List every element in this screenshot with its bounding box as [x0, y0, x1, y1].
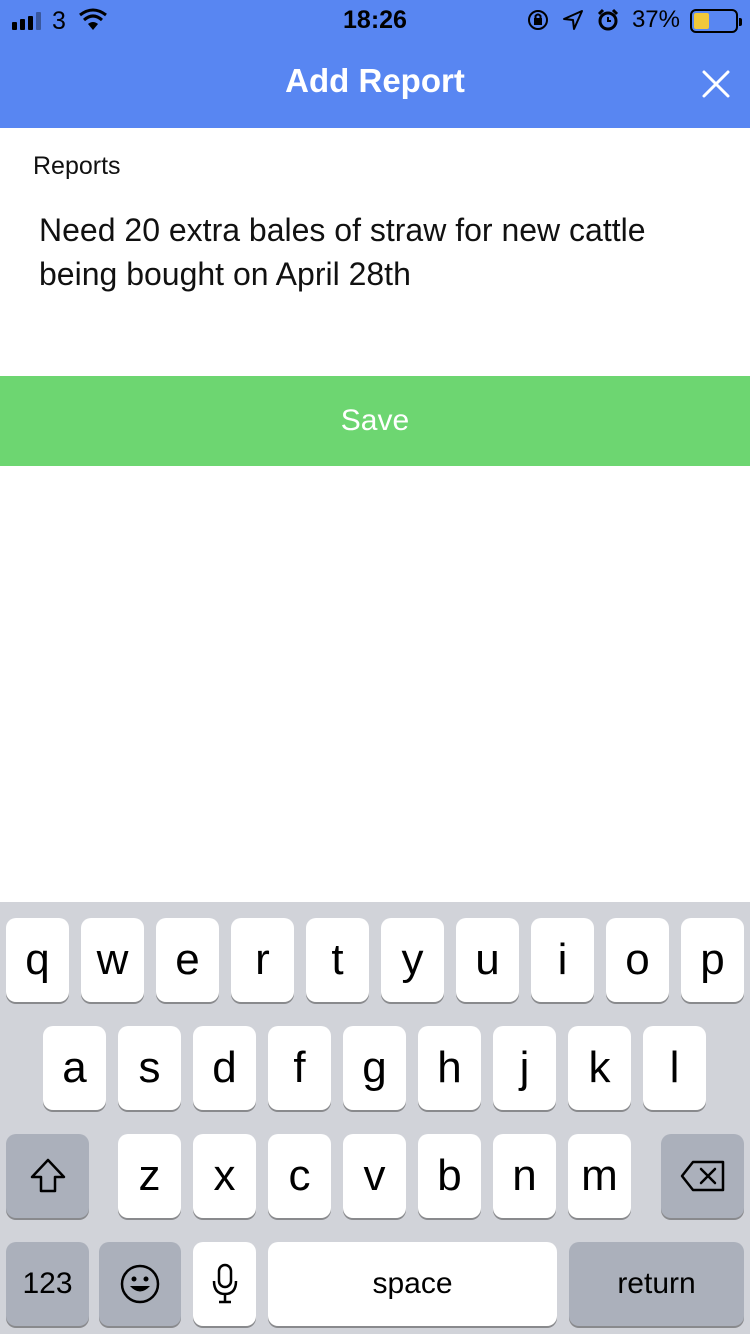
- key-l[interactable]: l: [643, 1026, 706, 1110]
- battery-percent: 37%: [631, 6, 680, 33]
- add-report-screen: 3 18:26 37% Add Report Reports Need 20 e…: [0, 0, 750, 1334]
- backspace-key[interactable]: [661, 1134, 744, 1218]
- emoji-icon: [120, 1264, 160, 1304]
- key-j[interactable]: j: [493, 1026, 556, 1110]
- key-m[interactable]: m: [568, 1134, 631, 1218]
- key-q[interactable]: q: [6, 918, 69, 1002]
- numbers-key[interactable]: 123: [6, 1242, 89, 1326]
- key-d[interactable]: d: [193, 1026, 256, 1110]
- backspace-icon: [680, 1160, 724, 1192]
- key-a[interactable]: a: [43, 1026, 106, 1110]
- key-b[interactable]: b: [418, 1134, 481, 1218]
- key-c[interactable]: c: [268, 1134, 331, 1218]
- key-t[interactable]: t: [306, 918, 369, 1002]
- key-z[interactable]: z: [118, 1134, 181, 1218]
- key-r[interactable]: r: [231, 918, 294, 1002]
- key-n[interactable]: n: [493, 1134, 556, 1218]
- key-y[interactable]: y: [381, 918, 444, 1002]
- page-title: Add Report: [285, 62, 465, 99]
- alarm-icon: [597, 8, 619, 31]
- key-v[interactable]: v: [343, 1134, 406, 1218]
- status-right-icons: 37%: [526, 6, 680, 33]
- status-bar: 3 18:26 37%: [0, 0, 750, 40]
- header-bar: 3 18:26 37% Add Report: [0, 0, 750, 128]
- microphone-key[interactable]: [193, 1242, 256, 1326]
- save-button[interactable]: Save: [0, 376, 750, 466]
- location-icon: [562, 10, 583, 30]
- key-x[interactable]: x: [193, 1134, 256, 1218]
- reports-label: Reports: [33, 152, 121, 180]
- microphone-icon: [212, 1263, 237, 1304]
- key-o[interactable]: o: [606, 918, 669, 1002]
- key-e[interactable]: e: [156, 918, 219, 1002]
- key-u[interactable]: u: [456, 918, 519, 1002]
- key-k[interactable]: k: [568, 1026, 631, 1110]
- report-text-field[interactable]: Need 20 extra bales of straw for new cat…: [39, 208, 719, 296]
- key-h[interactable]: h: [418, 1026, 481, 1110]
- battery-icon: [690, 9, 742, 33]
- orientation-lock-icon: [527, 10, 548, 30]
- key-s[interactable]: s: [118, 1026, 181, 1110]
- key-w[interactable]: w: [81, 918, 144, 1002]
- emoji-key[interactable]: [99, 1242, 181, 1326]
- return-key[interactable]: return: [569, 1242, 744, 1326]
- shift-key[interactable]: [6, 1134, 89, 1218]
- key-i[interactable]: i: [531, 918, 594, 1002]
- space-key[interactable]: space: [268, 1242, 557, 1326]
- key-g[interactable]: g: [343, 1026, 406, 1110]
- keyboard: q w e r t y u i o p a s d f g h j k l z …: [0, 902, 750, 1334]
- key-f[interactable]: f: [268, 1026, 331, 1110]
- key-p[interactable]: p: [681, 918, 744, 1002]
- shift-icon: [30, 1158, 65, 1193]
- close-icon[interactable]: [698, 66, 734, 102]
